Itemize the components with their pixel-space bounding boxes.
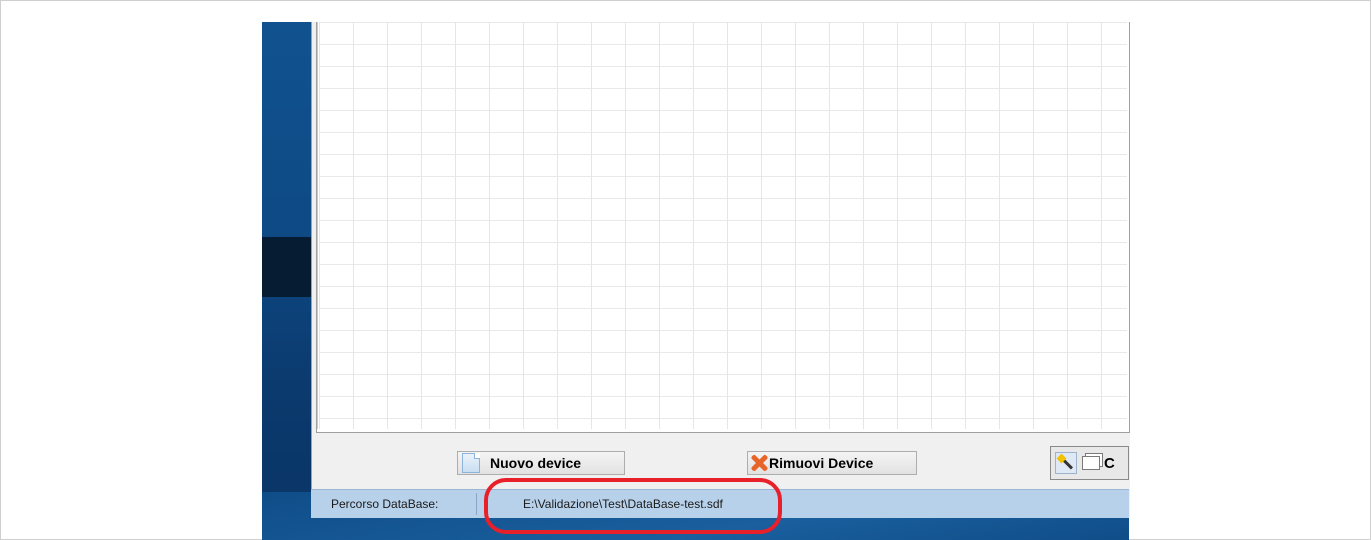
new-document-icon: [462, 453, 480, 473]
db-path-label: Percorso DataBase:: [331, 497, 439, 511]
new-device-label: Nuovo device: [490, 455, 582, 471]
app-window: [311, 22, 1130, 518]
new-device-button[interactable]: Nuovo device: [457, 451, 625, 475]
remove-device-button[interactable]: Rimuovi Device: [747, 451, 917, 475]
device-data-grid[interactable]: [319, 22, 1127, 429]
magic-wand-icon: [1055, 452, 1077, 474]
db-path-value: E:\Validazione\Test\DataBase-test.sdf: [523, 497, 723, 511]
desktop-shadow: [262, 237, 312, 297]
device-grid-container: [316, 22, 1130, 433]
wizard-button[interactable]: C: [1050, 446, 1129, 480]
remove-device-label: Rimuovi Device: [769, 455, 874, 471]
delete-x-icon: [750, 454, 768, 472]
window-icon: [1082, 456, 1100, 470]
wizard-label: C: [1104, 454, 1115, 472]
status-separator: [476, 493, 477, 515]
status-bar: Percorso DataBase: E:\Validazione\Test\D…: [311, 489, 1129, 518]
